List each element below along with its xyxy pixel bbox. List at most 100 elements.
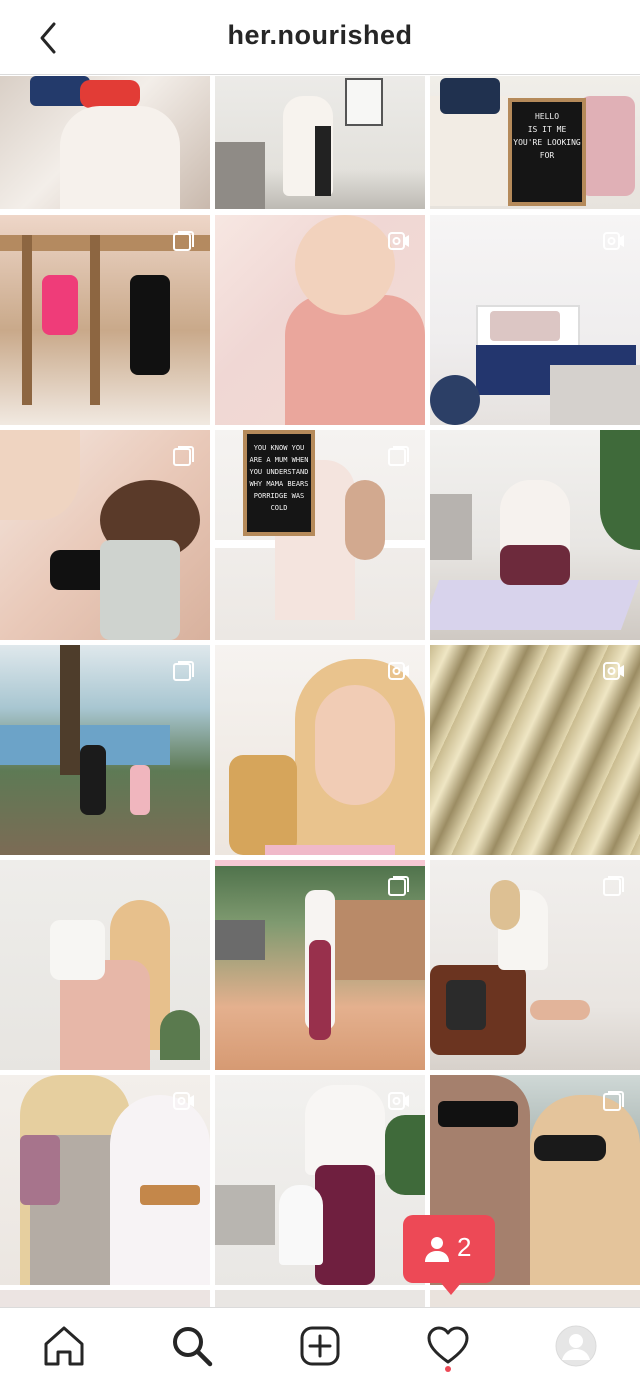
bottom-navigation-bar [0,1307,640,1386]
photo-region [130,275,170,375]
photo-region [215,142,265,209]
post-thumbnail[interactable] [0,76,210,209]
plus-square-icon [300,1326,340,1366]
letterboard-line: COLD [270,504,288,512]
letterboard-sign: HELLO IS IT ME YOU'RE LOOKING FOR [508,98,586,206]
photo-region [430,580,640,630]
photo-region [140,1185,200,1205]
video-icon [388,232,409,250]
post-thumbnail[interactable] [430,215,640,425]
notification-count: 2 [457,1232,472,1262]
photo-region [309,940,331,1040]
post-thumbnail[interactable] [0,645,210,855]
carousel-icon [173,661,194,681]
photo-region [160,1010,200,1060]
nav-search-button[interactable] [168,1322,216,1370]
photo-region [438,1101,518,1127]
video-icon [173,1092,194,1110]
post-thumbnail[interactable] [0,1075,210,1285]
photo-region [42,275,78,335]
photo-region [50,920,105,980]
photo-region [315,126,331,196]
post-thumbnail[interactable] [0,430,210,640]
photo-region [130,765,150,815]
nav-new-post-button[interactable] [296,1322,344,1370]
letterboard-line: PORRIDGE WAS [253,492,305,500]
photo-region [90,235,100,405]
post-thumbnail[interactable] [215,645,425,855]
post-thumbnail[interactable] [215,1075,425,1285]
avatar-icon [555,1325,597,1367]
photo-region [580,96,635,196]
nav-activity-button[interactable] [424,1322,472,1372]
nav-profile-button[interactable] [552,1322,600,1370]
photo-region [430,375,480,425]
carousel-icon [388,446,409,466]
photo-region [550,365,640,425]
carousel-icon [173,231,194,251]
post-thumbnail[interactable] [215,76,425,209]
photo-region [345,78,383,126]
photo-region [530,1000,590,1020]
video-icon [603,662,624,680]
photo-region [100,540,180,640]
photo-region [279,1185,323,1265]
video-icon [388,1092,409,1110]
activity-notification-bubble[interactable]: 2 [403,1215,495,1295]
video-icon [603,232,624,250]
photo-region [215,1185,275,1245]
photo-region [335,900,425,980]
photo-region [80,80,140,108]
letterboard-sign: YOU KNOW YOU ARE A MUM WHEN YOU UNDERSTA… [243,430,315,536]
nav-home-button[interactable] [40,1322,88,1370]
post-thumbnail[interactable] [0,860,210,1070]
photo-region [60,106,180,209]
photo-region [305,1085,385,1175]
top-bar: her.nourished [0,0,640,75]
photo-region [20,1135,60,1205]
heart-icon [427,1326,469,1364]
photo-region [22,235,32,405]
photo-region [295,215,395,315]
post-thumbnail[interactable] [0,215,210,425]
photo-region [60,645,80,775]
home-icon [44,1326,84,1366]
letterboard-line: ARE A MUM WHEN [249,456,309,464]
photo-region [215,860,425,866]
carousel-icon [173,446,194,466]
post-thumbnail[interactable] [430,645,640,855]
carousel-icon [603,1091,624,1111]
photo-region [430,494,472,560]
post-thumbnail[interactable] [430,430,640,640]
photo-region [315,1165,375,1285]
photo-region [490,311,560,341]
post-thumbnail[interactable] [215,860,425,1070]
letterboard-line: IS IT ME [527,125,567,134]
letterboard-line: FOR [539,151,555,160]
photo-region [215,920,265,960]
letterboard-line: HELLO [534,112,560,121]
photo-region [229,755,297,855]
post-thumbnail[interactable] [430,860,640,1070]
photo-region [530,1095,640,1285]
photo-region [265,845,395,855]
video-icon [388,662,409,680]
photo-region [440,78,500,114]
photo-region [285,295,425,425]
photo-region [345,480,385,560]
photo-region [534,1135,606,1161]
photo-region [315,685,395,805]
profile-username-title: her.nourished [227,20,413,50]
post-thumbnail[interactable]: HELLO IS IT ME YOU'RE LOOKING FOR [430,76,640,209]
activity-indicator-dot [445,1366,451,1372]
photo-region [490,880,520,930]
photo-region [600,430,640,550]
search-icon [173,1327,213,1367]
letterboard-line: YOU UNDERSTAND [249,468,309,476]
post-thumbnail[interactable] [215,215,425,425]
post-thumbnail[interactable]: YOU KNOW YOU ARE A MUM WHEN YOU UNDERSTA… [215,430,425,640]
photo-region [446,980,486,1030]
carousel-icon [603,876,624,896]
photo-region [500,545,570,585]
photo-region [80,745,106,815]
